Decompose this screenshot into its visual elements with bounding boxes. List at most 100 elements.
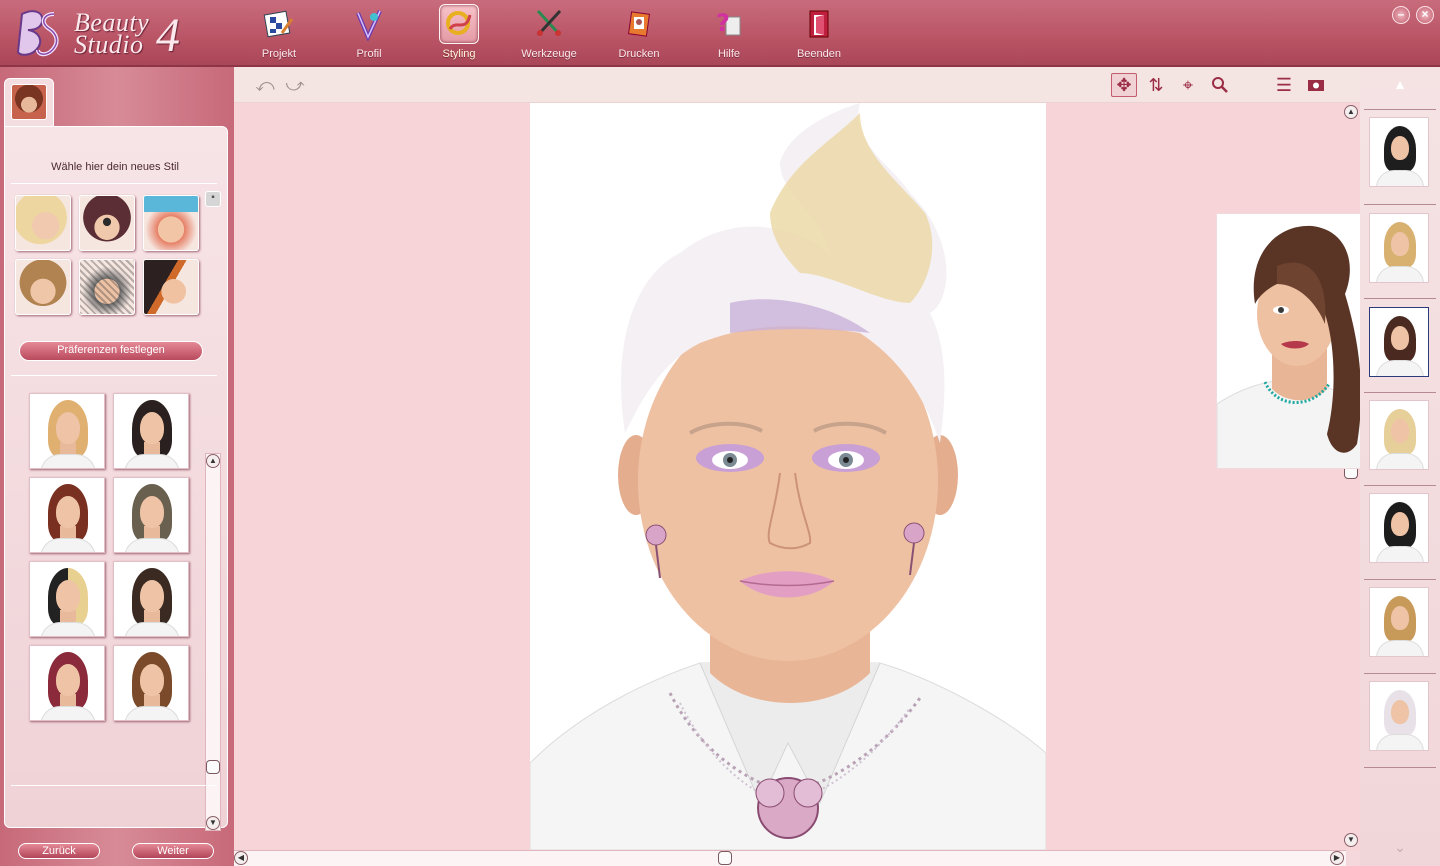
app-header: Beauty Studio 4 Projekt Profil Styling W… <box>0 0 1440 67</box>
nav-label: Projekt <box>261 48 297 60</box>
hairstyle-thumb[interactable] <box>29 477 105 553</box>
hairstyle-scrollbar[interactable]: ▲ ▼ <box>205 453 221 831</box>
hairstyle-thumb[interactable] <box>29 393 105 469</box>
hairstyle-thumb[interactable] <box>113 561 189 637</box>
logo-version: 4 <box>156 9 180 62</box>
back-button[interactable]: Zurück <box>18 843 100 859</box>
scroll-thumb[interactable] <box>718 851 732 865</box>
recent-style-thumb[interactable] <box>1369 681 1429 751</box>
window-controls: – × <box>1392 6 1434 24</box>
main-nav: Projekt Profil Styling Werkzeuge Drucken <box>234 4 864 64</box>
nav-drucken[interactable]: Drucken <box>594 4 684 64</box>
exit-icon <box>799 4 839 44</box>
recent-style-thumb[interactable] <box>1369 400 1429 470</box>
recent-style-thumb[interactable] <box>1369 493 1429 563</box>
logo-mark-icon <box>16 10 59 57</box>
scroll-down-button[interactable]: ▼ <box>1344 833 1358 847</box>
print-icon <box>619 4 659 44</box>
scroll-up-button[interactable]: ▲ <box>1344 105 1358 119</box>
app-logo: Beauty Studio 4 <box>14 6 194 62</box>
recent-style-thumb[interactable] <box>1369 587 1429 657</box>
hairstyle-thumb[interactable] <box>113 393 189 469</box>
divider <box>11 785 217 786</box>
divider <box>1364 298 1436 299</box>
category-scroll-button[interactable]: ▪ <box>205 191 221 207</box>
zoom-icon[interactable] <box>1207 73 1233 97</box>
scroll-left-button[interactable]: ◀ <box>234 851 248 865</box>
scroll-right-button[interactable]: ▶ <box>1330 851 1344 865</box>
style-category-natural[interactable] <box>15 259 71 315</box>
portrait-image <box>530 103 1046 850</box>
divider <box>11 375 217 376</box>
scroll-up-button[interactable]: ▲ <box>206 454 220 468</box>
menu-icon[interactable]: ☰ <box>1271 73 1297 97</box>
nav-label: Hilfe <box>717 48 740 60</box>
style-category-blonde[interactable] <box>15 195 71 251</box>
editing-canvas[interactable]: ▲ ▼ <box>234 103 1360 850</box>
profile-tab[interactable] <box>4 78 54 126</box>
hairstyle-thumb[interactable] <box>29 561 105 637</box>
hairstyle-thumb[interactable] <box>29 645 105 721</box>
strip-up-icon[interactable]: ▲ <box>1388 77 1412 91</box>
center-icon[interactable]: ⌖ <box>1175 73 1201 97</box>
help-icon: ? <box>709 4 749 44</box>
nav-werkzeuge[interactable]: Werkzeuge <box>504 4 594 64</box>
camera-icon[interactable] <box>1303 73 1329 97</box>
divider <box>1364 109 1436 110</box>
preferences-button[interactable]: Präferenzen festlegen <box>19 341 203 361</box>
preview-image <box>1217 225 1369 468</box>
logo-line2: Studio <box>74 30 144 59</box>
recent-styles-strip: ▲ ⌄ <box>1360 67 1440 866</box>
nav-styling[interactable]: Styling <box>414 4 504 64</box>
styling-icon <box>439 4 479 44</box>
project-icon <box>259 4 299 44</box>
scroll-thumb[interactable] <box>206 760 220 774</box>
hairstyle-thumb[interactable] <box>113 477 189 553</box>
panel-title: Wähle hier dein neues Stil <box>51 161 179 173</box>
logo-text: Beauty Studio <box>74 10 149 59</box>
hairstyle-grid <box>29 393 189 721</box>
recent-style-thumb[interactable] <box>1369 117 1429 187</box>
style-category-color[interactable] <box>143 259 199 315</box>
hairstyle-preview <box>1216 213 1370 469</box>
divider <box>11 183 217 184</box>
divider <box>1364 485 1436 486</box>
hairstyle-thumb[interactable] <box>113 645 189 721</box>
avatar <box>11 84 47 120</box>
canvas-toolbar: ⤺ ⤻ ✥ ⇅ ⌖ ☰ <box>234 67 1360 103</box>
scroll-down-button[interactable]: ▼ <box>206 816 220 830</box>
nav-beenden[interactable]: Beenden <box>774 4 864 64</box>
profile-icon <box>349 4 389 44</box>
rotate-icon[interactable]: ⇅ <box>1143 73 1169 97</box>
recent-style-thumb[interactable] <box>1369 213 1429 283</box>
divider <box>1364 767 1436 768</box>
nav-label: Werkzeuge <box>521 48 577 60</box>
next-button[interactable]: Weiter <box>132 843 214 859</box>
minimize-button[interactable]: – <box>1392 6 1410 24</box>
nav-label: Styling <box>442 48 476 60</box>
divider <box>1364 204 1436 205</box>
style-category-grid <box>15 195 199 315</box>
nav-profil[interactable]: Profil <box>324 4 414 64</box>
nav-label: Drucken <box>618 48 660 60</box>
divider <box>1364 673 1436 674</box>
style-category-glasses[interactable] <box>79 195 135 251</box>
canvas-horizontal-scrollbar[interactable]: ◀ ▶ <box>234 850 1346 866</box>
portrait-photo[interactable] <box>530 103 1046 850</box>
style-panel: Wähle hier dein neues Stil ▪ Präferenzen… <box>4 126 228 831</box>
nav-label: Profil <box>356 48 382 60</box>
svg-text:?: ? <box>716 9 730 37</box>
undo-icon[interactable]: ⤺ <box>252 73 278 97</box>
move-icon[interactable]: ✥ <box>1111 73 1137 97</box>
nav-projekt[interactable]: Projekt <box>234 4 324 64</box>
divider <box>1364 392 1436 393</box>
style-category-veil[interactable] <box>79 259 135 315</box>
divider <box>1364 579 1436 580</box>
recent-style-thumb-selected[interactable] <box>1369 307 1429 377</box>
tools-icon <box>529 4 569 44</box>
close-button[interactable]: × <box>1416 6 1434 24</box>
redo-icon[interactable]: ⤻ <box>282 73 308 97</box>
style-category-hat[interactable] <box>143 195 199 251</box>
strip-down-icon[interactable]: ⌄ <box>1388 839 1412 855</box>
nav-hilfe[interactable]: ? Hilfe <box>684 4 774 64</box>
